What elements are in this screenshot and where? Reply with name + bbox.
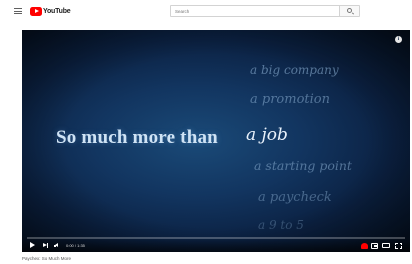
hamburger-menu-icon[interactable] <box>14 8 22 14</box>
play-icon[interactable] <box>30 242 35 248</box>
background-word: a promotion <box>250 92 330 107</box>
next-icon[interactable] <box>43 243 49 248</box>
search-button[interactable] <box>339 6 359 16</box>
time-display: 0:00 / 1:35 <box>66 243 85 248</box>
video-headline-script: a job <box>246 125 288 145</box>
info-icon[interactable]: i <box>395 36 402 43</box>
logo-text: YouTube <box>43 7 71 15</box>
background-word: a 9 to 5 <box>258 218 304 232</box>
background-word: a big company <box>250 63 339 77</box>
search-input[interactable] <box>171 6 339 16</box>
masthead: YouTube <box>0 0 412 22</box>
video-headline: So much more than <box>56 127 218 148</box>
youtube-play-logo-icon <box>30 6 42 16</box>
youtube-logo[interactable]: YouTube <box>30 6 71 16</box>
video-player[interactable]: i a big company a promotion So much more… <box>22 30 410 252</box>
player-controls: 0:00 / 1:35 <box>22 239 410 252</box>
background-word: a paycheck <box>258 190 332 205</box>
theater-mode-icon[interactable] <box>382 243 390 248</box>
youtube-red-icon[interactable] <box>361 242 368 249</box>
search-icon <box>347 8 352 13</box>
search-box <box>170 5 360 17</box>
miniplayer-icon[interactable] <box>371 242 378 249</box>
background-word: a starting point <box>254 158 352 173</box>
fullscreen-icon[interactable] <box>395 242 402 249</box>
volume-icon[interactable] <box>54 243 62 248</box>
video-title: Paychex: So Much More <box>22 256 72 261</box>
